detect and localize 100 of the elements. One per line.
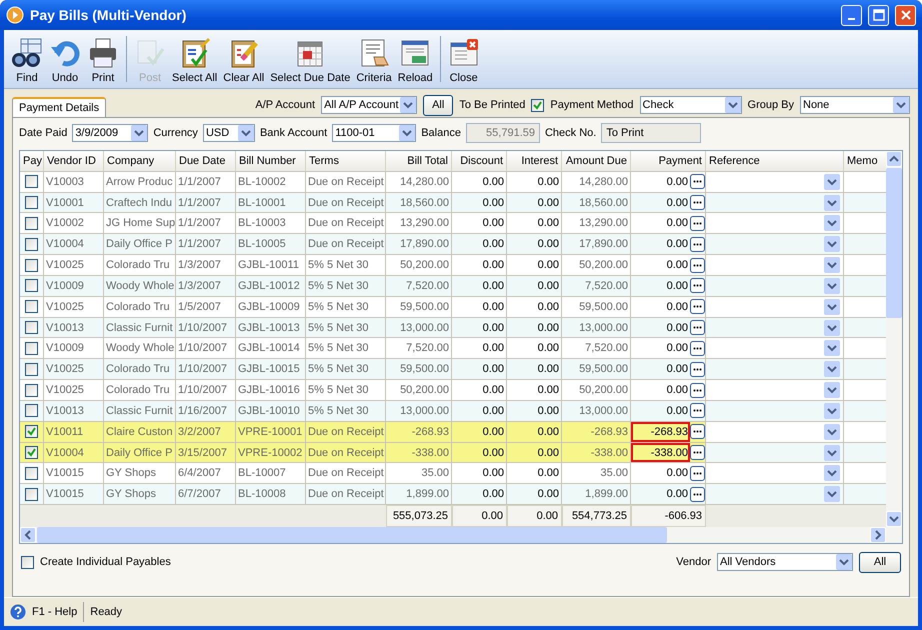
table-cell: Woody Whole	[104, 338, 176, 358]
checkbox[interactable]	[25, 238, 38, 251]
column-header[interactable]: Discount	[452, 151, 507, 171]
more-icon[interactable]	[690, 340, 705, 356]
more-icon[interactable]	[690, 320, 705, 336]
payment-cell[interactable]: 0.00	[631, 192, 690, 212]
group-by-dropdown[interactable]: None	[800, 96, 910, 114]
payment-method-dropdown[interactable]: Check	[640, 96, 742, 114]
scroll-down-button[interactable]	[886, 511, 902, 527]
checkbox[interactable]	[25, 216, 38, 230]
scroll-right-button[interactable]	[870, 527, 886, 543]
minimize-button[interactable]	[841, 4, 862, 26]
more-icon[interactable]	[690, 362, 705, 377]
bank-account-dropdown[interactable]: 1100-01	[332, 124, 416, 142]
account-dropdown[interactable]: All A/P Account	[321, 96, 418, 114]
checkbox[interactable]	[25, 342, 38, 355]
payment-cell[interactable]: 0.00	[631, 172, 690, 192]
checkbox[interactable]	[531, 98, 544, 112]
checkbox[interactable]	[25, 175, 38, 188]
column-header[interactable]: Payment	[631, 151, 706, 171]
all-button[interactable]: All	[859, 552, 901, 572]
checkbox[interactable]	[25, 446, 38, 459]
table-cell: VPRE-10002	[236, 442, 306, 462]
maximize-button[interactable]	[868, 4, 889, 26]
column-header[interactable]: Reference	[706, 151, 844, 171]
column-header[interactable]: Bill Number	[236, 151, 306, 171]
column-header[interactable]: Vendor ID	[44, 151, 104, 171]
payment-cell[interactable]: 0.00	[631, 338, 690, 358]
more-icon[interactable]	[690, 174, 705, 190]
table-cell: Daily Office P	[104, 442, 176, 462]
toolbar-button[interactable]: Select All	[169, 30, 220, 88]
column-header[interactable]: Terms	[306, 151, 386, 171]
payment-cell[interactable]: 0.00	[631, 463, 690, 484]
toolbar-button[interactable]: Print	[84, 30, 122, 88]
checkbox[interactable]	[25, 321, 38, 334]
payment-cell[interactable]: 0.00	[631, 234, 690, 254]
toolbar-button[interactable]: Reload	[394, 30, 436, 88]
more-icon[interactable]	[690, 195, 705, 210]
scroll-left-button[interactable]	[20, 527, 36, 543]
checkbox[interactable]	[25, 488, 38, 501]
payment-cell[interactable]: 0.00	[631, 255, 690, 275]
table-cell: BL-10007	[236, 463, 306, 484]
checkbox[interactable]	[25, 404, 38, 418]
payment-cell[interactable]: 0.00	[631, 400, 690, 421]
all-button[interactable]: All	[423, 94, 454, 116]
payment-cell[interactable]: -338.00	[631, 442, 690, 462]
more-icon[interactable]	[690, 403, 705, 418]
scroll-thumb[interactable]	[37, 527, 667, 543]
payment-cell[interactable]: -268.93	[631, 422, 690, 442]
column-header[interactable]: Due Date	[176, 151, 236, 171]
currency-dropdown[interactable]: USD	[202, 124, 255, 142]
checkbox[interactable]	[25, 466, 38, 480]
column-header[interactable]: Pay	[20, 151, 44, 171]
table-cell: VPRE-10001	[236, 422, 306, 442]
more-icon[interactable]	[690, 216, 705, 231]
checkbox[interactable]	[25, 279, 38, 292]
column-header[interactable]: Amount Due	[562, 151, 631, 171]
payment-cell[interactable]: 0.00	[631, 276, 690, 296]
scroll-up-button[interactable]	[886, 151, 902, 167]
date-field[interactable]: 3/9/2009	[72, 124, 148, 142]
toolbar-button[interactable]: Close	[444, 30, 483, 88]
more-icon[interactable]	[690, 486, 705, 502]
checkbox[interactable]	[25, 196, 38, 210]
table-cell: 0.00	[452, 463, 507, 484]
payment-cell[interactable]: 0.00	[631, 318, 690, 338]
checkbox[interactable]	[25, 300, 38, 314]
payment-cell[interactable]: 0.00	[631, 296, 690, 317]
more-icon[interactable]	[690, 299, 705, 314]
toolbar-button[interactable]: Find	[8, 30, 46, 88]
more-icon[interactable]	[690, 445, 705, 460]
table-cell: 0.00	[452, 213, 507, 234]
more-icon[interactable]	[690, 424, 705, 440]
tab[interactable]: Payment Details	[12, 97, 106, 117]
column-header[interactable]: Bill Total	[386, 151, 452, 171]
toolbar-button[interactable]: Criteria	[353, 30, 395, 88]
checkbox[interactable]	[25, 258, 38, 272]
payment-cell[interactable]: 0.00	[631, 484, 690, 504]
checkbox[interactable]	[25, 425, 38, 438]
check-number-field[interactable]: To Print	[601, 123, 702, 143]
column-header[interactable]: Interest	[507, 151, 562, 171]
table-cell: -338.00	[386, 442, 452, 462]
more-icon[interactable]	[690, 278, 705, 294]
vendor-dropdown[interactable]: All Vendors	[717, 553, 853, 571]
checkbox[interactable]	[25, 362, 38, 376]
toolbar-button[interactable]: Select Due Date	[267, 30, 354, 88]
checkbox[interactable]	[21, 556, 34, 568]
toolbar-button[interactable]: Undo	[46, 30, 84, 88]
table-cell: Colorado Tru	[104, 296, 176, 317]
scroll-thumb[interactable]	[886, 168, 902, 318]
close-button[interactable]	[895, 4, 916, 26]
more-icon[interactable]	[690, 382, 705, 398]
payment-cell[interactable]: 0.00	[631, 213, 690, 234]
payment-cell[interactable]: 0.00	[631, 359, 690, 380]
column-header[interactable]: Company	[104, 151, 176, 171]
more-icon[interactable]	[690, 236, 705, 252]
more-icon[interactable]	[690, 258, 705, 273]
more-icon[interactable]	[690, 466, 705, 481]
toolbar-button[interactable]: Clear All	[220, 30, 268, 88]
checkbox[interactable]	[25, 384, 38, 397]
payment-cell[interactable]: 0.00	[631, 380, 690, 400]
